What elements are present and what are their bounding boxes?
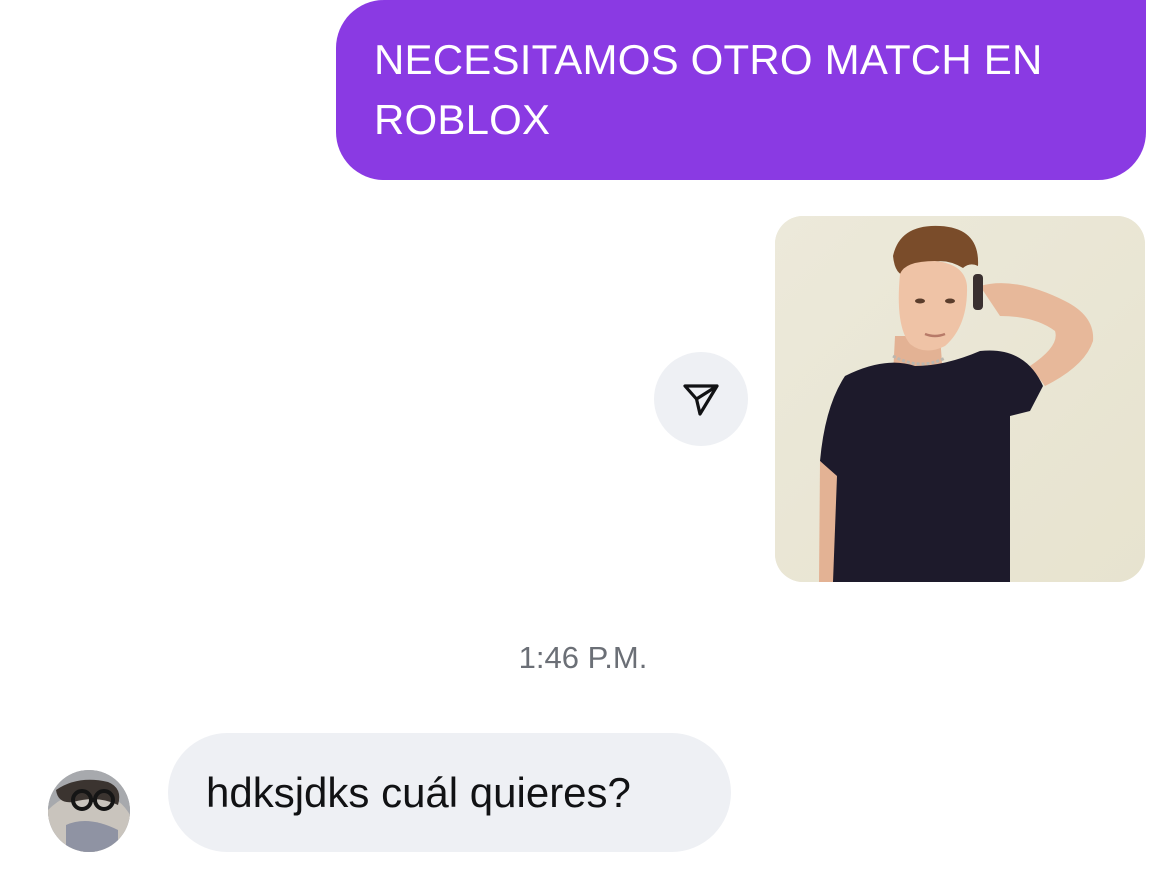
chat-thread: NECESITAMOS OTRO MATCH EN ROBLOX 1:46 P.… xyxy=(0,0,1170,880)
share-button[interactable] xyxy=(654,352,748,446)
outgoing-message-text: NECESITAMOS OTRO MATCH EN ROBLOX xyxy=(374,36,1043,143)
outgoing-message-bubble[interactable]: NECESITAMOS OTRO MATCH EN ROBLOX xyxy=(336,0,1146,180)
incoming-message-bubble[interactable]: hdksjdks cuál quieres? xyxy=(168,733,731,852)
send-icon xyxy=(683,384,719,416)
contact-avatar[interactable] xyxy=(48,770,130,852)
incoming-message-text: hdksjdks cuál quieres? xyxy=(206,769,631,816)
message-timestamp: 1:46 P.M. xyxy=(518,640,648,675)
shared-photo[interactable] xyxy=(775,216,1145,582)
